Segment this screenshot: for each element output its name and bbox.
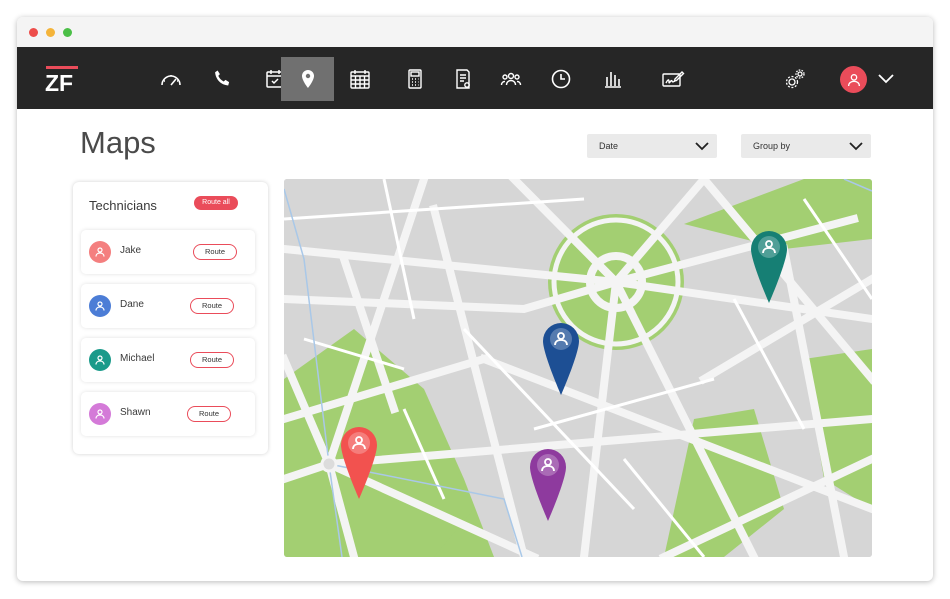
user-icon — [95, 247, 105, 257]
group-by-dropdown-label: Group by — [753, 141, 791, 151]
nav-dashboard[interactable] — [145, 57, 197, 101]
route-button[interactable]: Route — [193, 244, 237, 260]
user-icon — [95, 409, 105, 419]
app-logo[interactable]: ZF — [44, 65, 80, 93]
date-dropdown-label: Date — [599, 141, 619, 151]
nav-estimates[interactable] — [389, 57, 441, 101]
window-zoom-button[interactable] — [63, 28, 72, 37]
nav-reports[interactable] — [587, 57, 639, 101]
user-icon — [95, 355, 105, 365]
technician-avatar — [89, 241, 111, 263]
technician-card-shawn[interactable]: Shawn Route — [81, 392, 255, 436]
chevron-down-icon[interactable] — [877, 71, 895, 85]
technician-avatar — [89, 349, 111, 371]
user-avatar[interactable] — [840, 66, 867, 93]
technician-card-jake[interactable]: Jake Route — [81, 230, 255, 274]
roundabout — [320, 455, 338, 473]
map-pin-dane[interactable] — [541, 321, 581, 397]
group-by-dropdown[interactable]: Group by — [741, 134, 871, 158]
nav-maps[interactable] — [281, 57, 334, 101]
app-window: ZF Maps Date Group by Technicians Route … — [17, 17, 933, 581]
map-pin-shawn[interactable] — [528, 447, 568, 523]
technicians-title: Technicians — [89, 198, 157, 213]
nav-timesheet[interactable] — [535, 57, 587, 101]
technician-card-dane[interactable]: Dane Route — [81, 284, 255, 328]
route-button[interactable]: Route — [190, 298, 234, 314]
chevron-down-icon — [695, 142, 709, 151]
map-pin-jake[interactable] — [339, 425, 379, 501]
nav-team[interactable] — [485, 57, 537, 101]
bar-chart-icon — [605, 72, 621, 88]
nav-invoices[interactable] — [437, 57, 489, 101]
page-title: Maps — [80, 125, 156, 160]
map-pin-icon — [301, 70, 314, 88]
route-button[interactable]: Route — [190, 352, 234, 368]
svg-text:ZF: ZF — [45, 70, 73, 93]
calculator-icon — [408, 69, 422, 89]
speedometer-icon — [161, 75, 181, 86]
window-close-button[interactable] — [29, 28, 38, 37]
route-all-button[interactable]: Route all — [194, 196, 238, 210]
window-minimize-button[interactable] — [46, 28, 55, 37]
map-pin-michael[interactable] — [749, 229, 789, 305]
invoice-icon — [456, 69, 470, 89]
technicians-panel: Technicians Route all Jake Route Dane Ro… — [73, 182, 268, 454]
technician-name: Dane — [120, 299, 144, 310]
signature-icon — [662, 71, 685, 87]
route-button[interactable]: Route — [187, 406, 231, 422]
technician-avatar — [89, 403, 111, 425]
user-icon — [847, 73, 860, 86]
technician-name: Jake — [120, 245, 142, 256]
nav-calendar[interactable] — [334, 57, 386, 101]
map-view[interactable] — [284, 179, 872, 557]
technician-avatar — [89, 295, 111, 317]
nav-calls[interactable] — [197, 57, 249, 101]
nav-contracts[interactable] — [647, 57, 699, 101]
calendar-grid-icon — [350, 70, 370, 89]
date-dropdown[interactable]: Date — [587, 134, 717, 158]
window-titlebar — [17, 17, 933, 47]
technician-card-michael[interactable]: Michael Route — [81, 338, 255, 382]
user-icon — [95, 301, 105, 311]
team-icon — [500, 72, 522, 86]
technician-name: Michael — [120, 353, 155, 364]
gears-icon[interactable] — [783, 67, 807, 91]
phone-icon — [215, 70, 230, 86]
technician-name: Shawn — [120, 407, 151, 418]
clock-icon — [551, 69, 571, 89]
top-navbar: ZF — [17, 47, 933, 109]
chevron-down-icon — [849, 142, 863, 151]
